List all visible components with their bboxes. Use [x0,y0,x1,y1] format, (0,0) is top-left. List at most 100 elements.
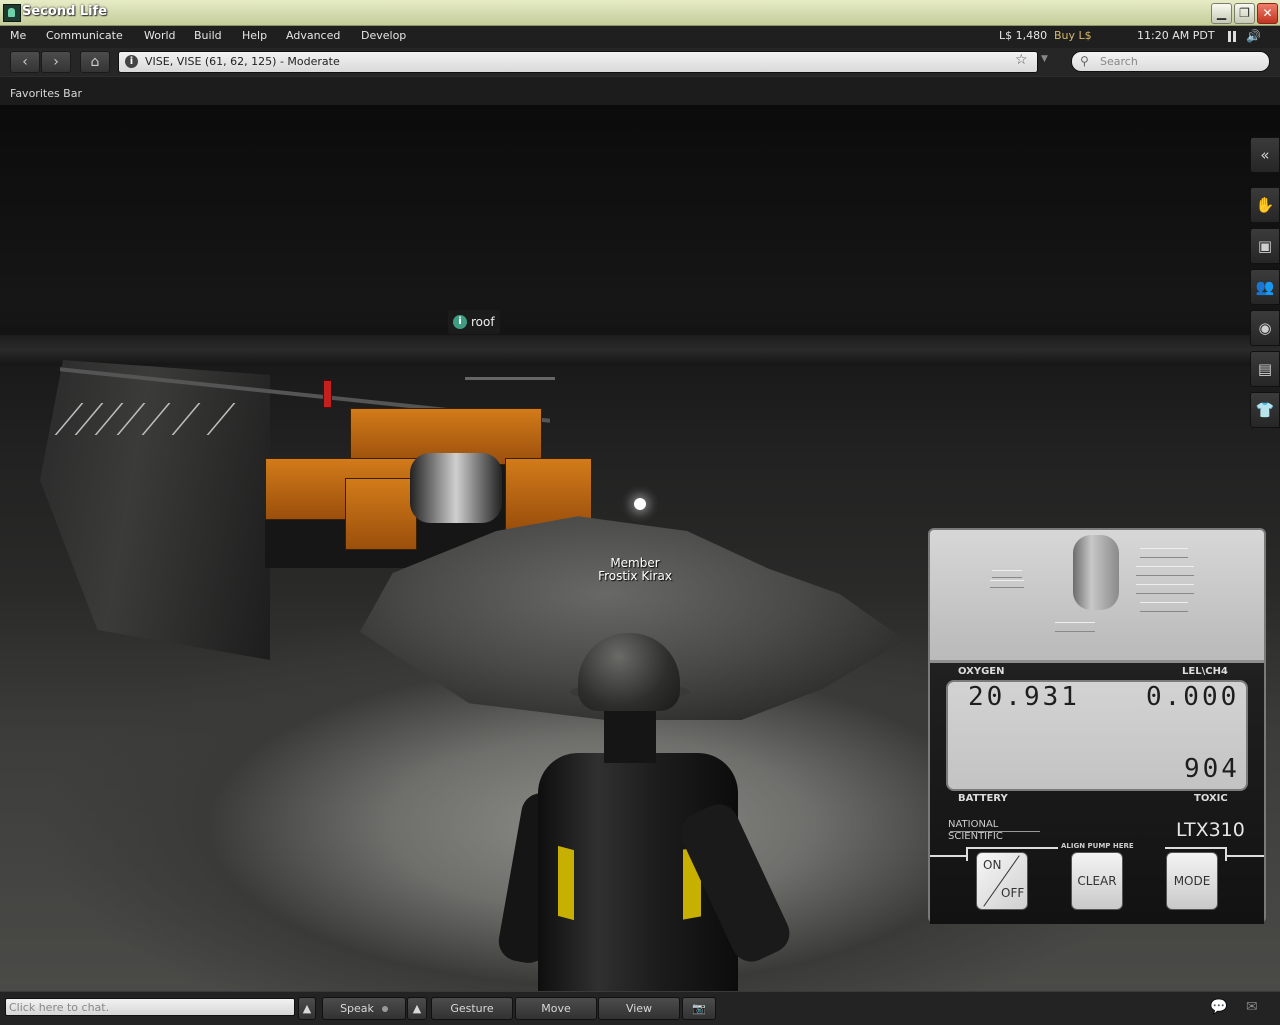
speaker-grille [1140,548,1188,558]
support-rod [465,377,555,380]
favorite-star-icon[interactable]: ☆ [1015,52,1028,68]
move-button[interactable]: Move [515,997,597,1020]
home-button[interactable]: ⌂ [80,51,110,73]
avatar-name: Frostix Kirax [598,569,672,583]
buy-currency-link[interactable]: Buy L$ [1054,29,1092,42]
back-button[interactable]: ‹ [10,51,40,73]
location-dropdown-icon[interactable]: ▼ [1041,54,1048,64]
chat-history-toggle[interactable]: ▲ [298,997,316,1020]
menu-help[interactable]: Help [242,29,267,42]
lcd-display: 20.931 0.000 904 [946,680,1248,791]
minimize-button[interactable]: ▁ [1211,3,1232,24]
toxic-label: TOXIC [1194,793,1228,804]
chat-input[interactable]: Click here to chat. [5,998,295,1016]
view-button[interactable]: View [598,997,680,1020]
maximize-button[interactable]: ❐ [1234,3,1255,24]
collapse-icon[interactable]: « [1250,137,1280,173]
on-label: ON [983,858,1002,872]
brand-rule [950,831,1040,832]
appearance-icon[interactable]: 👕 [1250,392,1280,428]
menu-advanced[interactable]: Advanced [286,29,340,42]
oxygen-reading: 20.931 [968,682,1080,712]
toxic-reading: 904 [1184,754,1240,784]
info-icon[interactable]: i [125,55,138,68]
bottom-tray: Click here to chat. ▲ Speak ▲ Gesture Mo… [0,991,1280,1025]
home-icon: ⌂ [90,54,100,70]
speaker-grille [1140,602,1188,612]
title-bar: Second Life ▁ ❐ ✕ [0,0,1280,26]
cutting-drum [410,453,502,523]
currency-balance: L$ 1,480 [999,29,1048,42]
close-button[interactable]: ✕ [1257,3,1278,24]
chevron-up-icon: ▲ [412,1002,422,1015]
forward-button[interactable]: › [41,51,71,73]
conveyor-rib [116,403,146,435]
oxygen-label: OXYGEN [958,666,1005,677]
brand-line-2: SCIENTIFIC [948,831,1003,842]
avatar-name-tag: Member Frostix Kirax [570,557,700,583]
hud-bracket [1225,855,1264,869]
object-name-label: roof [471,315,495,329]
chevron-up-icon: ▲ [302,1002,312,1015]
speaker-grille [1136,566,1194,576]
menu-world[interactable]: World [144,29,176,42]
menu-develop[interactable]: Develop [361,29,406,42]
menu-communicate[interactable]: Communicate [46,29,123,42]
search-icon: ⚲ [1080,54,1089,68]
search-placeholder: Search [1100,55,1138,68]
hard-hat [578,633,680,711]
lel-label: LEL\CH4 [1182,666,1228,677]
people-icon[interactable]: 👥 [1250,269,1280,305]
notifications-icon[interactable]: ✉ [1246,999,1268,1015]
detector-belt-clip [1073,535,1119,610]
voice-options-toggle[interactable]: ▲ [407,997,427,1020]
hand-icon[interactable]: ✋ [1250,187,1280,223]
search-input[interactable]: ⚲ Search [1071,51,1270,72]
second-life-logo-icon [3,4,21,22]
info-icon[interactable]: i [453,315,467,329]
favorites-bar-label: Favorites Bar [10,87,82,100]
inventory-icon[interactable]: ▤ [1250,351,1280,387]
clear-button[interactable]: CLEAR [1071,852,1123,910]
object-hover-tag[interactable]: i roof [448,310,500,334]
voice-indicator-icon [381,1006,388,1012]
conveyor-rib [171,403,201,435]
places-icon[interactable]: ◉ [1250,310,1280,346]
favorites-bar: Favorites Bar [0,76,1280,105]
pause-media-icon[interactable] [1228,31,1236,42]
chat-bubble-icon[interactable]: 💬 [1210,999,1234,1015]
profile-icon[interactable]: ▣ [1250,228,1280,264]
mode-button[interactable]: MODE [1166,852,1218,910]
camera-icon: 📷 [692,1002,706,1015]
location-text[interactable]: VISE, VISE (61, 62, 125) - Moderate [145,55,340,68]
speaker-grille [992,570,1022,578]
avatar-neck [604,703,656,763]
menu-me[interactable]: Me [10,29,26,42]
light-source [634,498,646,510]
speak-label: Speak [340,1002,374,1015]
forward-arrow-icon: › [53,54,59,70]
avatar[interactable] [495,633,796,991]
model-label: LTX310 [1176,819,1245,841]
safety-vest-strip [558,845,574,921]
clock: 11:20 AM PDT [1137,29,1215,42]
speaker-grille [990,580,1024,588]
menu-build[interactable]: Build [194,29,222,42]
gas-detector-hud[interactable]: OXYGEN LEL\CH4 BATTERY TOXIC NATIONAL SC… [928,528,1266,924]
menu-bar: Me Communicate World Build Help Advanced… [0,26,1280,48]
volume-icon[interactable]: 🔊 [1246,29,1261,43]
align-pump-label: ALIGN PUMP HERE [1061,842,1134,850]
gesture-button[interactable]: Gesture [431,997,513,1020]
on-off-button[interactable]: ON OFF [976,852,1028,910]
speak-button[interactable]: Speak [322,997,406,1020]
mine-ceiling [0,335,1280,365]
location-input[interactable]: i VISE, VISE (61, 62, 125) - Moderate ☆ [118,51,1038,73]
snapshot-button[interactable]: 📷 [682,997,716,1020]
warning-light [323,380,332,408]
navigation-bar: ‹ › ⌂ i VISE, VISE (61, 62, 125) - Moder… [0,48,1280,76]
window-title: Second Life [22,4,108,19]
speaker-grille [1136,584,1194,594]
back-arrow-icon: ‹ [22,54,28,70]
speaker-grille [1055,622,1095,632]
lel-reading: 0.000 [1146,682,1240,712]
